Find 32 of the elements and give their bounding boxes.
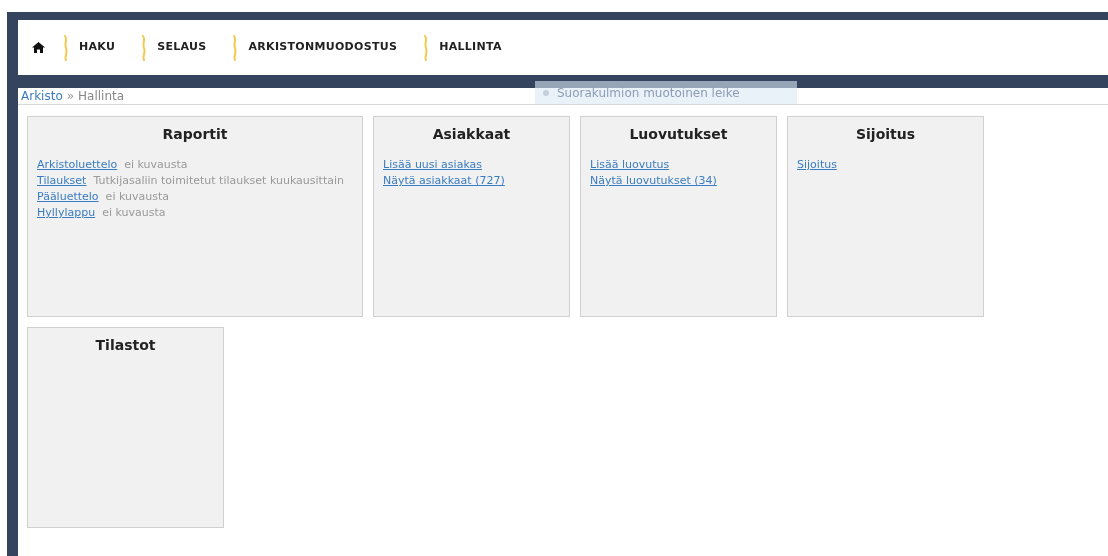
report-link[interactable]: Näytä luovutukset (34) bbox=[590, 173, 717, 189]
nav-link[interactable]: SELAUS bbox=[157, 39, 207, 56]
report-link[interactable]: Lisää uusi asiakas bbox=[383, 157, 483, 173]
card-title: Tilastot bbox=[94, 336, 157, 355]
link-description: Tutkijasaliin toimitetut tilaukset kuukausittain bbox=[93, 173, 344, 189]
link-description: ei kuvausta bbox=[124, 157, 188, 173]
breadcrumb-separator: » bbox=[66, 90, 75, 102]
breadcrumb-link[interactable]: Arkisto bbox=[21, 90, 63, 102]
card-title: Sijoitus bbox=[854, 125, 917, 144]
card-title: Asiakkaat bbox=[431, 125, 512, 144]
link-description: ei kuvausta bbox=[102, 205, 166, 221]
card-title: Luovutukset bbox=[628, 125, 729, 144]
card-title: Raportit bbox=[161, 125, 229, 144]
wavy-divider-icon bbox=[423, 34, 430, 61]
wavy-divider-icon bbox=[63, 34, 69, 61]
wavy-divider-icon bbox=[141, 34, 148, 61]
report-link[interactable]: Tilaukset bbox=[37, 173, 87, 189]
report-link[interactable]: Lisää luovutus bbox=[590, 157, 670, 173]
wavy-divider-icon bbox=[232, 34, 239, 61]
nav-link[interactable]: HALLINTA bbox=[439, 39, 502, 56]
breadcrumb-current: Hallinta bbox=[78, 90, 125, 102]
dot-icon bbox=[543, 89, 549, 96]
report-link[interactable]: Sijoitus bbox=[797, 157, 837, 173]
report-link[interactable]: Näytä asiakkaat (727) bbox=[383, 173, 505, 189]
report-link[interactable]: Hyllylappu bbox=[37, 205, 96, 221]
home-icon[interactable] bbox=[32, 42, 45, 53]
report-link[interactable]: Arkistoluettelo bbox=[37, 157, 118, 173]
report-link[interactable]: Pääluettelo bbox=[37, 189, 99, 205]
nav-link[interactable]: ARKISTONMUODOSTUS bbox=[248, 39, 398, 56]
nav-link[interactable]: HAKU bbox=[79, 39, 116, 56]
link-description: ei kuvausta bbox=[105, 189, 169, 205]
tooltip-text: Suorakulmion muotoinen leike bbox=[557, 84, 740, 102]
